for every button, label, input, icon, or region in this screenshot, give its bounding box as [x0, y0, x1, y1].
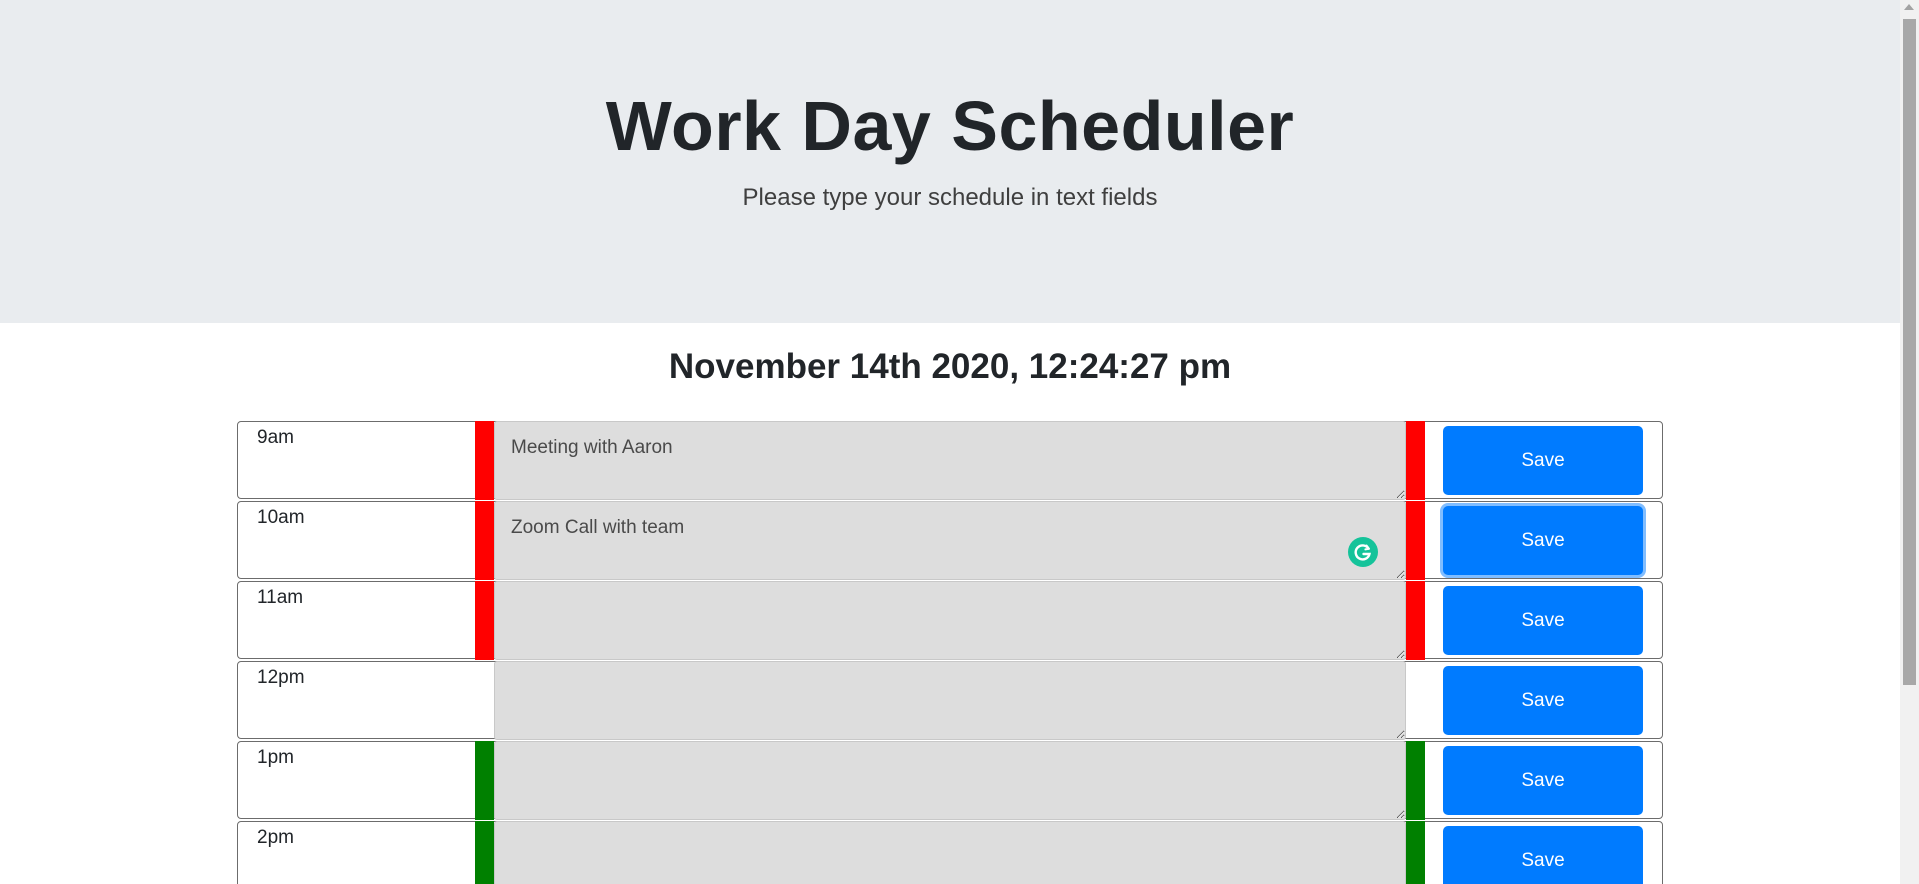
hour-label: 12pm: [257, 667, 305, 688]
time-block: 11am Save: [237, 581, 1663, 660]
save-button[interactable]: Save: [1443, 586, 1643, 655]
status-bar-left: [475, 741, 494, 820]
page-title: Work Day Scheduler: [605, 87, 1295, 165]
save-button[interactable]: Save: [1443, 746, 1643, 815]
vertical-scrollbar[interactable]: [1900, 0, 1919, 884]
scroll-thumb[interactable]: [1903, 19, 1916, 685]
status-bar-left: [475, 421, 494, 500]
time-block: 2pm Save: [237, 821, 1663, 884]
scroll-up-arrow-icon[interactable]: [1904, 4, 1914, 10]
event-textarea[interactable]: [494, 821, 1406, 884]
status-bar-right: [1406, 821, 1425, 884]
current-day: November 14th 2020, 12:24:27 pm: [668, 347, 1232, 386]
save-button[interactable]: Save: [1443, 506, 1643, 575]
status-bar-left: [475, 581, 494, 660]
status-bar-right: [1406, 501, 1425, 580]
hour-label: 9am: [257, 427, 294, 448]
status-bar-right: [1406, 661, 1425, 740]
page: Work Day Scheduler Please type your sche…: [0, 0, 1900, 884]
status-bar-right: [1406, 581, 1425, 660]
status-bar-left: [475, 501, 494, 580]
status-bar-right: [1406, 741, 1425, 820]
time-block: 10am Zoom Call with team Save: [237, 501, 1663, 580]
time-block: 9am Meeting with Aaron Save: [237, 421, 1663, 500]
hour-label: 10am: [257, 507, 305, 528]
time-block-list: 9am Meeting with Aaron Save 10am Zoom Ca…: [237, 421, 1663, 884]
status-bar-left: [475, 661, 494, 740]
event-textarea[interactable]: [494, 661, 1406, 740]
time-block: 12pm Save: [237, 661, 1663, 740]
event-textarea[interactable]: [494, 741, 1406, 820]
header-jumbotron: Work Day Scheduler Please type your sche…: [0, 0, 1900, 323]
hour-label: 1pm: [257, 747, 294, 768]
page-lead: Please type your schedule in text fields: [742, 184, 1158, 211]
save-button[interactable]: Save: [1443, 826, 1643, 884]
event-textarea[interactable]: [494, 581, 1406, 660]
time-block: 1pm Save: [237, 741, 1663, 820]
grammarly-icon[interactable]: [1348, 537, 1378, 567]
event-textarea[interactable]: Meeting with Aaron: [494, 421, 1406, 500]
status-bar-left: [475, 821, 494, 884]
save-button[interactable]: Save: [1443, 666, 1643, 735]
save-button[interactable]: Save: [1443, 426, 1643, 495]
hour-label: 11am: [257, 587, 304, 608]
hour-label: 2pm: [257, 827, 294, 848]
event-textarea[interactable]: Zoom Call with team: [494, 501, 1406, 580]
status-bar-right: [1406, 421, 1425, 500]
